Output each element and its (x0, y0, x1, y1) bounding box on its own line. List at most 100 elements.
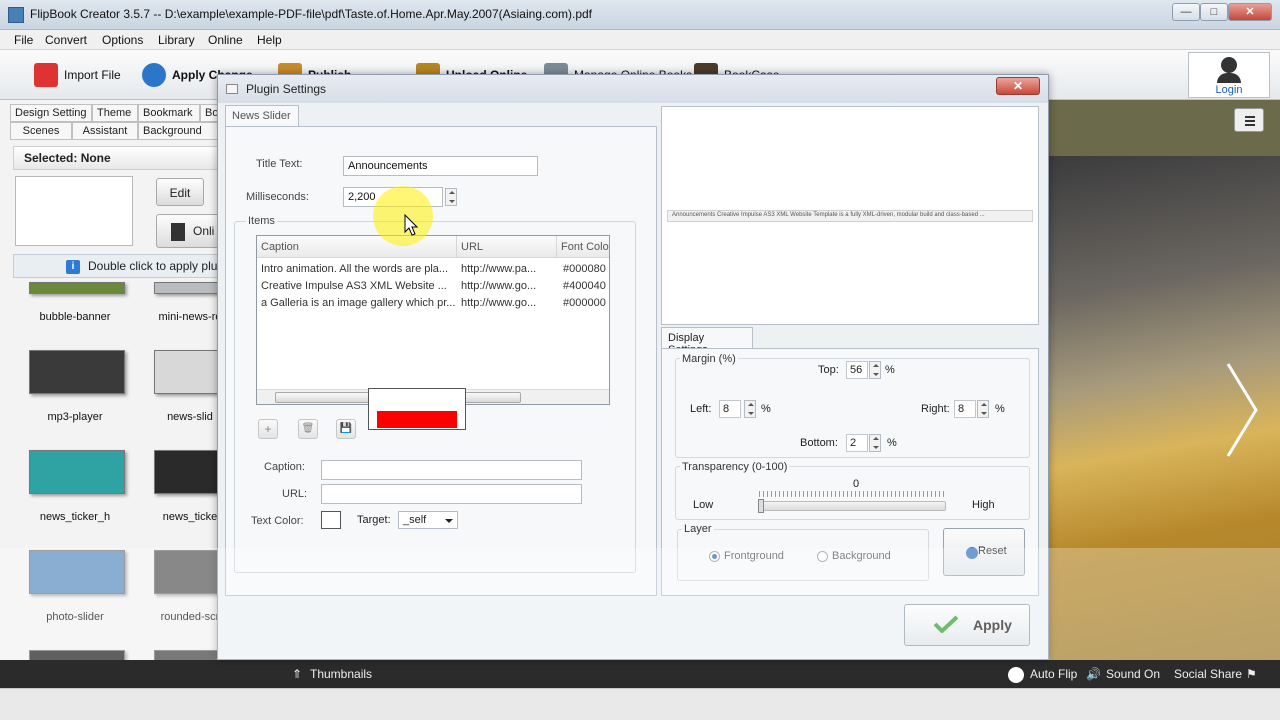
url-input[interactable] (321, 484, 582, 504)
login-label: Login (1215, 84, 1243, 96)
cursor-highlight (373, 186, 433, 246)
margin-left-input[interactable]: 8 (719, 400, 741, 418)
background-radio[interactable] (817, 551, 828, 562)
menu-options[interactable]: Options (102, 33, 143, 47)
login-button[interactable]: Login (1188, 52, 1270, 98)
window-titlebar: FlipBook Creator 3.5.7 -- D:\example\exa… (0, 0, 1280, 30)
plugin-settings-dialog: Plugin Settings ✕ News Slider Title Text… (217, 74, 1049, 660)
menu-library[interactable]: Library (158, 33, 195, 47)
margin-label: Margin (%) (680, 353, 738, 365)
edit-button[interactable]: Edit (156, 178, 204, 206)
margin-top-stepper[interactable] (869, 361, 881, 379)
tab-design-setting[interactable]: Design Setting (10, 104, 92, 122)
delete-item-icon[interactable]: 🗑 (298, 419, 318, 439)
import-file-button[interactable]: Import File (34, 60, 121, 90)
transparency-slider-handle[interactable] (758, 499, 764, 513)
text-color-swatch[interactable] (321, 511, 341, 529)
close-button[interactable]: ✕ (1228, 3, 1272, 21)
auto-flip-label[interactable]: Auto Flip (1030, 667, 1077, 681)
column-font-color[interactable]: Font Colo (557, 236, 609, 258)
target-value: _self (403, 514, 427, 526)
margin-right-input[interactable]: 8 (954, 400, 976, 418)
tab-display-settings[interactable]: Display Settings (661, 327, 753, 356)
tab-news-slider[interactable]: News Slider (225, 105, 299, 127)
margin-bottom-label: Bottom: (800, 437, 838, 449)
frontground-radio[interactable] (709, 551, 720, 562)
background-label[interactable]: Background (832, 550, 891, 562)
tab-theme[interactable]: Theme (92, 104, 138, 122)
pdf-icon (34, 63, 58, 87)
dialog-title: Plugin Settings (246, 82, 327, 96)
plugin-thumb-news-ticker-h[interactable] (29, 450, 125, 494)
tab-assistant[interactable]: Assistant (72, 122, 138, 140)
social-share-label[interactable]: Social Share (1174, 667, 1242, 681)
column-url[interactable]: URL (457, 236, 557, 258)
reset-button[interactable]: Reset (943, 528, 1025, 576)
table-cell[interactable]: http://www.go... (457, 278, 557, 295)
plugin-thumb-photo-slider[interactable] (29, 550, 125, 594)
percent-label: % (761, 403, 771, 415)
plugin-label: news_ticker_h (39, 511, 111, 523)
column-caption[interactable]: Caption (257, 236, 457, 258)
title-text-label: Title Text: (256, 158, 303, 170)
tab-background[interactable]: Background (138, 122, 220, 140)
thumbnails-label[interactable]: Thumbnails (310, 667, 372, 681)
save-item-icon[interactable]: 💾 (336, 419, 356, 439)
margin-bottom-input[interactable]: 2 (846, 434, 868, 452)
table-cell[interactable]: a Galleria is an image gallery which pr.… (257, 295, 457, 312)
margin-right-stepper[interactable] (977, 400, 989, 418)
menu-convert[interactable]: Convert (45, 33, 87, 47)
milliseconds-stepper[interactable] (445, 188, 457, 206)
next-page-arrow-icon[interactable] (1222, 360, 1262, 460)
target-select[interactable]: _self (398, 511, 458, 529)
table-cell[interactable]: Creative Impulse AS3 XML Website ... (257, 278, 457, 295)
maximize-button[interactable]: □ (1200, 3, 1228, 21)
sound-on-label[interactable]: Sound On (1106, 667, 1160, 681)
minimize-button[interactable]: — (1172, 3, 1200, 21)
transparency-value: 0 (853, 478, 860, 490)
dialog-titlebar: Plugin Settings ✕ (218, 75, 1048, 103)
table-cell[interactable]: Intro animation. All the words are pla..… (257, 261, 457, 278)
target-label: Target: (357, 514, 391, 526)
table-cell[interactable]: http://www.pa... (457, 261, 557, 278)
menu-help[interactable]: Help (257, 33, 282, 47)
plugin-label: bubble-banner (39, 311, 111, 323)
online-button[interactable]: Onli (156, 214, 220, 248)
margin-bottom-stepper[interactable] (869, 434, 881, 452)
online-label: Onli (193, 224, 215, 238)
plugin-thumb-mp3-player[interactable] (29, 350, 125, 394)
menu-file[interactable]: File (14, 33, 33, 47)
plugin-preview-box (15, 176, 133, 246)
text-color-label: Text Color: (251, 515, 304, 527)
tab-scenes[interactable]: Scenes (10, 122, 72, 140)
user-icon (1221, 57, 1237, 73)
add-item-icon[interactable]: + (258, 419, 278, 439)
table-cell[interactable]: #000080 (559, 261, 609, 278)
dialog-close-button[interactable]: ✕ (996, 77, 1040, 95)
menubar: File Convert Options Library Online Help (0, 30, 1280, 50)
play-icon[interactable] (1008, 667, 1024, 683)
user-icon-body (1217, 73, 1241, 83)
tab-bookmark[interactable]: Bookmark (138, 104, 200, 122)
frontground-label[interactable]: Frontground (724, 550, 784, 562)
items-label: Items (246, 215, 277, 227)
title-text-input[interactable]: Announcements (343, 156, 538, 176)
apply-label: Apply (973, 617, 1012, 633)
news-ticker-preview: Announcements Creative Impulse AS3 XML W… (667, 210, 1033, 222)
plugin-thumb-bubble-banner[interactable] (29, 282, 125, 294)
margin-left-stepper[interactable] (744, 400, 756, 418)
transparency-slider[interactable] (758, 501, 946, 511)
margin-preview-fill (377, 411, 457, 428)
table-cell[interactable]: http://www.go... (457, 295, 557, 312)
table-cell[interactable]: #000000 (559, 295, 609, 312)
menu-online[interactable]: Online (208, 33, 243, 47)
book-menu-icon[interactable] (1234, 108, 1264, 132)
table-cell[interactable]: #400040 (559, 278, 609, 295)
hint-text: Double click to apply plugin (88, 259, 234, 273)
margin-top-input[interactable]: 56 (846, 361, 868, 379)
reset-label: Reset (978, 545, 1007, 557)
checkmark-icon (933, 615, 959, 633)
caption-input[interactable] (321, 460, 582, 480)
apply-button[interactable]: Apply (904, 604, 1030, 646)
url-label: URL: (282, 488, 308, 500)
